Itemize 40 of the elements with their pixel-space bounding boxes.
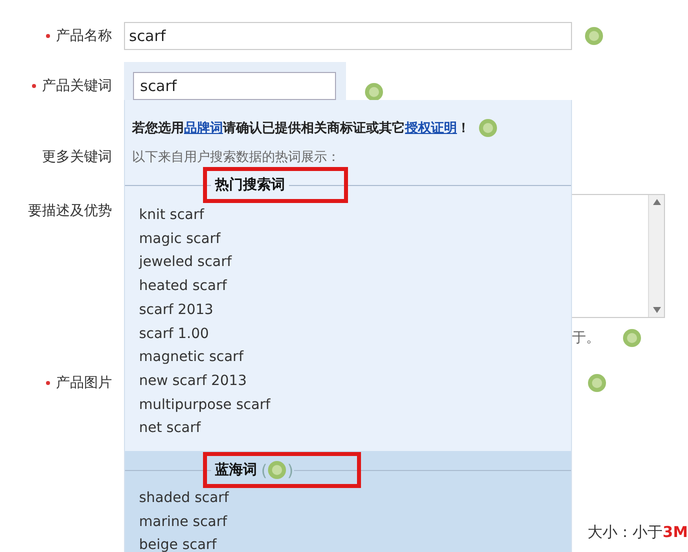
- help-icon[interactable]: [622, 328, 642, 348]
- suggestion-item[interactable]: magic scarf: [125, 228, 571, 252]
- hint-text: 于。: [572, 329, 600, 347]
- help-icon[interactable]: [267, 460, 288, 480]
- help-icon[interactable]: [364, 82, 384, 102]
- down-arrow-icon[interactable]: [652, 307, 660, 313]
- keyword-input[interactable]: scarf: [133, 72, 336, 100]
- suggestion-item[interactable]: net scarf: [125, 417, 571, 442]
- authorization-link[interactable]: 授权证明: [405, 121, 457, 136]
- suggestion-item[interactable]: new scarf 2013: [125, 370, 571, 394]
- section-title: 蓝海词: [214, 461, 258, 480]
- parenthesis: (: [261, 460, 268, 480]
- suggestion-item[interactable]: shaded scarf: [125, 487, 571, 511]
- field-label: 产品名称: [56, 27, 112, 45]
- brand-notice: 若您选用品牌词请确认已提供相关商标证或其它授权证明！: [132, 120, 470, 137]
- suggestion-item[interactable]: scarf 1.00: [125, 322, 571, 346]
- field-label: 要描述及优势: [28, 202, 112, 220]
- suggestion-item[interactable]: multipurpose scarf: [125, 394, 571, 418]
- parenthesis: ): [287, 460, 294, 480]
- field-label: 产品关键词: [42, 77, 112, 95]
- suggestion-item[interactable]: jeweled scarf: [125, 251, 571, 276]
- help-icon[interactable]: [584, 26, 604, 46]
- size-note: 大小：小于: [588, 523, 663, 542]
- section-title: 热门搜索词: [214, 176, 286, 194]
- intro-text: 以下来自用户搜索数据的热词展示：: [131, 149, 341, 166]
- suggestion-item[interactable]: marine scarf: [125, 510, 571, 534]
- name-input[interactable]: scarf: [124, 22, 572, 50]
- field-label: 更多关键词: [42, 148, 112, 166]
- field-label: 产品图片: [56, 374, 112, 392]
- suggestion-item[interactable]: scarf 2013: [125, 298, 571, 323]
- suggestion-item[interactable]: beige scarf: [125, 534, 571, 552]
- help-icon[interactable]: [587, 373, 607, 393]
- suggestion-item[interactable]: heated scarf: [125, 275, 571, 299]
- up-arrow-icon[interactable]: [652, 199, 660, 205]
- help-icon[interactable]: [478, 118, 498, 138]
- brand-word-link[interactable]: 品牌词: [184, 121, 223, 136]
- suggestion-item[interactable]: knit scarf: [125, 204, 571, 228]
- size-limit: 3M: [662, 523, 688, 542]
- suggestion-item[interactable]: magnetic scarf: [125, 346, 571, 370]
- scrollbar[interactable]: [648, 195, 664, 317]
